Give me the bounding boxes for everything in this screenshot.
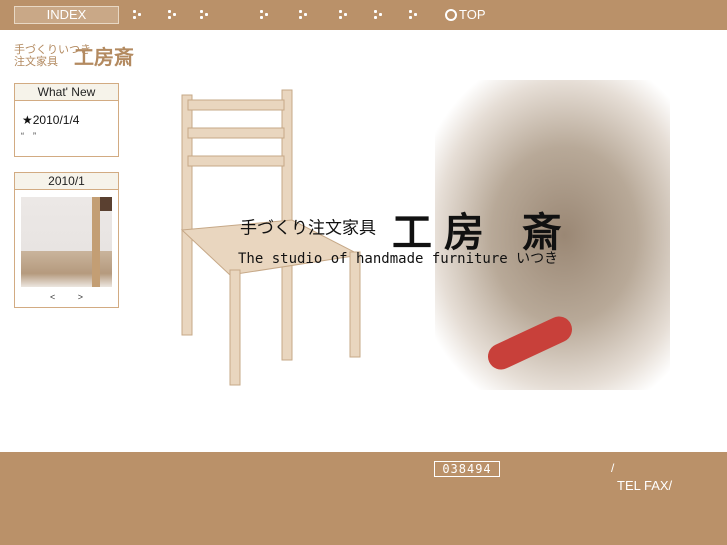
- prev-button[interactable]: <: [50, 292, 55, 302]
- nav-item-3[interactable]: [200, 10, 209, 20]
- nav-item-2[interactable]: [168, 10, 177, 20]
- nav-item-7[interactable]: [374, 10, 383, 20]
- nav-item-5[interactable]: [299, 10, 308, 20]
- top-link[interactable]: TOP: [445, 7, 486, 22]
- top-label: TOP: [459, 7, 486, 22]
- index-button[interactable]: INDEX: [14, 6, 119, 24]
- footer-slash: /: [611, 461, 615, 475]
- footer: 038494 / TEL FAX/: [0, 452, 727, 545]
- chair-photo[interactable]: [21, 197, 112, 287]
- calendar-panel: 2010/1 < >: [14, 172, 119, 308]
- whats-new-panel: What' New ★2010/1/4 “ ”: [14, 83, 119, 157]
- news-item-text: “ ”: [21, 131, 36, 141]
- next-button[interactable]: >: [78, 292, 83, 302]
- top-icon: [445, 8, 457, 21]
- logo-big: 工房斎: [74, 45, 134, 69]
- nav-item-8[interactable]: [409, 10, 418, 20]
- hero-title: 手づくり注文家具: [240, 218, 376, 239]
- tel-fax: TEL FAX/: [617, 478, 673, 493]
- visitor-counter: 038494: [434, 461, 500, 477]
- hero-image: 手づくり注文家具 工房 斎 The studio of handmade furn…: [170, 80, 670, 400]
- top-nav-bar: INDEX TOP: [0, 0, 727, 30]
- calendar-title: 2010/1: [15, 173, 118, 190]
- news-item-date[interactable]: ★2010/1/4: [22, 113, 118, 127]
- site-logo[interactable]: 手づくりいつき 注文家具 工房斎: [14, 44, 134, 69]
- nav-item-4[interactable]: [260, 10, 269, 20]
- nav-item-1[interactable]: [133, 10, 142, 20]
- nav-item-6[interactable]: [339, 10, 348, 20]
- whats-new-title: What' New: [15, 84, 118, 101]
- hero-subtitle: The studio of handmade furniture いつき: [238, 251, 559, 267]
